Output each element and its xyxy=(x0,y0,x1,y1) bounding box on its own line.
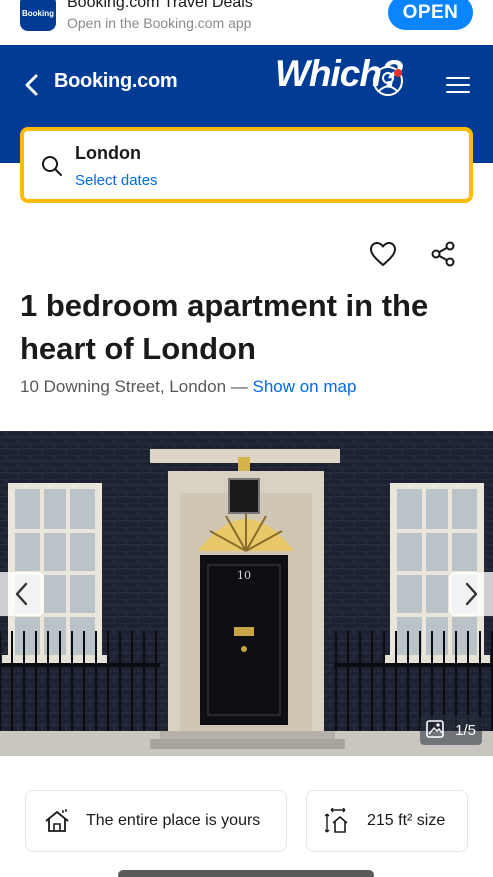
home-indicator xyxy=(118,870,374,877)
search-summary-box[interactable]: London Select dates xyxy=(20,127,473,203)
photo-counter-text: 1/5 xyxy=(455,721,476,739)
property-address-line: 10 Downing Street, London — Show on map xyxy=(20,377,356,397)
property-address: 10 Downing Street, London — xyxy=(20,377,253,396)
photo-counter[interactable]: 1/5 xyxy=(420,715,482,745)
back-chevron-icon[interactable] xyxy=(22,73,42,97)
property-title: 1 bedroom apartment in the heart of Lond… xyxy=(20,288,429,366)
share-icon[interactable] xyxy=(430,241,456,267)
search-destination: London xyxy=(75,143,141,163)
house-icon xyxy=(45,809,69,832)
app-install-banner: Booking Booking.com Travel Deals Open in… xyxy=(0,0,493,45)
feature-size: 215 ft² size xyxy=(306,790,468,852)
chevron-right-icon xyxy=(465,582,478,606)
property-photo[interactable]: 10 1/5 xyxy=(0,431,493,756)
next-photo-button[interactable] xyxy=(449,572,493,616)
select-dates-link[interactable]: Select dates xyxy=(75,172,158,189)
size-icon xyxy=(325,808,348,833)
open-app-button[interactable]: OPEN xyxy=(388,0,473,30)
booking-app-icon[interactable]: Booking xyxy=(20,0,56,31)
chevron-left-icon xyxy=(15,582,28,606)
heart-icon[interactable] xyxy=(369,241,397,267)
user-account-icon[interactable] xyxy=(372,65,404,97)
hamburger-menu-icon[interactable] xyxy=(446,77,470,95)
feature-entire-place-label: The entire place is yours xyxy=(86,812,261,829)
feature-entire-place: The entire place is yours xyxy=(25,790,287,852)
search-icon xyxy=(42,156,62,176)
feature-size-label: 215 ft² size xyxy=(367,812,446,829)
show-on-map-link[interactable]: Show on map xyxy=(252,377,356,396)
gallery-icon xyxy=(426,720,444,738)
previous-photo-button[interactable] xyxy=(0,572,44,616)
app-banner-title: Booking.com Travel Deals xyxy=(67,0,253,11)
door-number: 10 xyxy=(237,569,251,582)
booking-app-icon-label: Booking xyxy=(22,8,54,18)
booking-logo[interactable]: Booking.com xyxy=(54,70,178,93)
property-photo-image: 10 xyxy=(0,431,493,756)
app-banner-subtitle: Open in the Booking.com app xyxy=(67,15,252,31)
